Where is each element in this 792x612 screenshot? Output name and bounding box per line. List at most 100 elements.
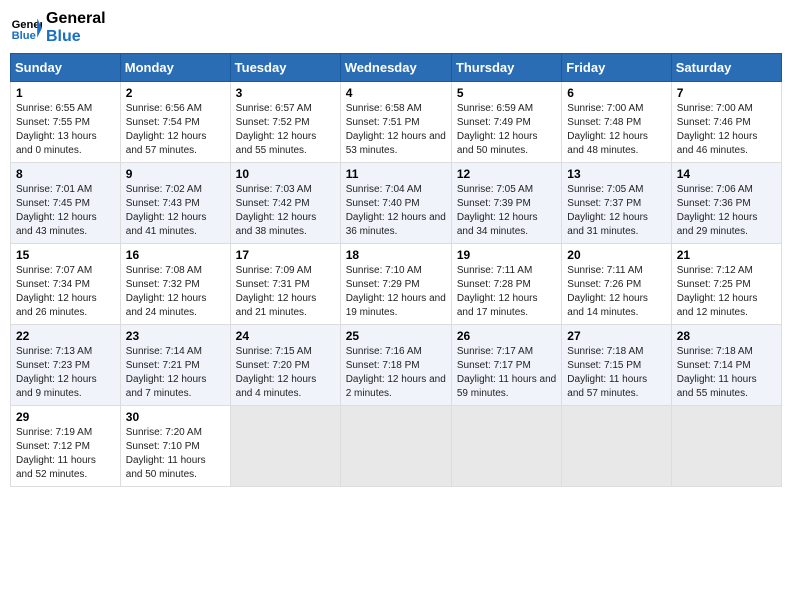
day-cell: 12 Sunrise: 7:05 AM Sunset: 7:39 PM Dayl…	[451, 163, 561, 244]
day-number: 19	[457, 248, 556, 262]
logo-blue: Blue	[46, 28, 106, 46]
svg-text:Blue: Blue	[12, 30, 36, 42]
day-info: Sunrise: 7:13 AM Sunset: 7:23 PM Dayligh…	[16, 345, 115, 401]
day-cell: 16 Sunrise: 7:08 AM Sunset: 7:32 PM Dayl…	[120, 244, 230, 325]
day-info: Sunrise: 7:08 AM Sunset: 7:32 PM Dayligh…	[126, 264, 225, 320]
day-number: 10	[236, 167, 335, 181]
day-cell: 4 Sunrise: 6:58 AM Sunset: 7:51 PM Dayli…	[340, 82, 451, 163]
day-cell: 5 Sunrise: 6:59 AM Sunset: 7:49 PM Dayli…	[451, 82, 561, 163]
day-info: Sunrise: 7:04 AM Sunset: 7:40 PM Dayligh…	[346, 183, 446, 239]
day-info: Sunrise: 7:10 AM Sunset: 7:29 PM Dayligh…	[346, 264, 446, 320]
header-friday: Friday	[562, 54, 671, 82]
header-monday: Monday	[120, 54, 230, 82]
day-cell: 1 Sunrise: 6:55 AM Sunset: 7:55 PM Dayli…	[11, 82, 121, 163]
day-cell: 27 Sunrise: 7:18 AM Sunset: 7:15 PM Dayl…	[562, 325, 671, 406]
day-cell: 25 Sunrise: 7:16 AM Sunset: 7:18 PM Dayl…	[340, 325, 451, 406]
day-info: Sunrise: 7:03 AM Sunset: 7:42 PM Dayligh…	[236, 183, 335, 239]
week-row-3: 15 Sunrise: 7:07 AM Sunset: 7:34 PM Dayl…	[11, 244, 782, 325]
day-number: 29	[16, 410, 115, 424]
day-number: 9	[126, 167, 225, 181]
day-info: Sunrise: 7:18 AM Sunset: 7:14 PM Dayligh…	[677, 345, 776, 401]
day-cell: 2 Sunrise: 6:56 AM Sunset: 7:54 PM Dayli…	[120, 82, 230, 163]
day-number: 14	[677, 167, 776, 181]
day-info: Sunrise: 7:14 AM Sunset: 7:21 PM Dayligh…	[126, 345, 225, 401]
day-number: 12	[457, 167, 556, 181]
day-info: Sunrise: 7:15 AM Sunset: 7:20 PM Dayligh…	[236, 345, 335, 401]
day-number: 23	[126, 329, 225, 343]
day-number: 2	[126, 86, 225, 100]
day-number: 8	[16, 167, 115, 181]
day-number: 18	[346, 248, 446, 262]
day-cell: 17 Sunrise: 7:09 AM Sunset: 7:31 PM Dayl…	[230, 244, 340, 325]
day-number: 13	[567, 167, 665, 181]
day-info: Sunrise: 6:58 AM Sunset: 7:51 PM Dayligh…	[346, 102, 446, 158]
day-info: Sunrise: 7:16 AM Sunset: 7:18 PM Dayligh…	[346, 345, 446, 401]
day-cell: 28 Sunrise: 7:18 AM Sunset: 7:14 PM Dayl…	[671, 325, 781, 406]
day-number: 6	[567, 86, 665, 100]
day-number: 5	[457, 86, 556, 100]
day-info: Sunrise: 7:00 AM Sunset: 7:48 PM Dayligh…	[567, 102, 665, 158]
header-tuesday: Tuesday	[230, 54, 340, 82]
day-info: Sunrise: 7:07 AM Sunset: 7:34 PM Dayligh…	[16, 264, 115, 320]
day-cell: 14 Sunrise: 7:06 AM Sunset: 7:36 PM Dayl…	[671, 163, 781, 244]
calendar-header-row: SundayMondayTuesdayWednesdayThursdayFrid…	[11, 54, 782, 82]
week-row-2: 8 Sunrise: 7:01 AM Sunset: 7:45 PM Dayli…	[11, 163, 782, 244]
day-number: 7	[677, 86, 776, 100]
day-number: 22	[16, 329, 115, 343]
day-cell: 18 Sunrise: 7:10 AM Sunset: 7:29 PM Dayl…	[340, 244, 451, 325]
day-number: 26	[457, 329, 556, 343]
day-info: Sunrise: 7:09 AM Sunset: 7:31 PM Dayligh…	[236, 264, 335, 320]
day-info: Sunrise: 7:17 AM Sunset: 7:17 PM Dayligh…	[457, 345, 556, 401]
day-info: Sunrise: 6:56 AM Sunset: 7:54 PM Dayligh…	[126, 102, 225, 158]
day-cell: 8 Sunrise: 7:01 AM Sunset: 7:45 PM Dayli…	[11, 163, 121, 244]
header-sunday: Sunday	[11, 54, 121, 82]
day-info: Sunrise: 7:06 AM Sunset: 7:36 PM Dayligh…	[677, 183, 776, 239]
week-row-4: 22 Sunrise: 7:13 AM Sunset: 7:23 PM Dayl…	[11, 325, 782, 406]
day-info: Sunrise: 6:55 AM Sunset: 7:55 PM Dayligh…	[16, 102, 115, 158]
day-cell: 20 Sunrise: 7:11 AM Sunset: 7:26 PM Dayl…	[562, 244, 671, 325]
day-cell: 26 Sunrise: 7:17 AM Sunset: 7:17 PM Dayl…	[451, 325, 561, 406]
day-number: 28	[677, 329, 776, 343]
day-info: Sunrise: 6:57 AM Sunset: 7:52 PM Dayligh…	[236, 102, 335, 158]
day-cell: 9 Sunrise: 7:02 AM Sunset: 7:43 PM Dayli…	[120, 163, 230, 244]
day-cell: 24 Sunrise: 7:15 AM Sunset: 7:20 PM Dayl…	[230, 325, 340, 406]
day-cell	[451, 406, 561, 487]
day-cell: 15 Sunrise: 7:07 AM Sunset: 7:34 PM Dayl…	[11, 244, 121, 325]
day-info: Sunrise: 7:00 AM Sunset: 7:46 PM Dayligh…	[677, 102, 776, 158]
day-info: Sunrise: 7:02 AM Sunset: 7:43 PM Dayligh…	[126, 183, 225, 239]
day-info: Sunrise: 7:19 AM Sunset: 7:12 PM Dayligh…	[16, 426, 115, 482]
day-number: 24	[236, 329, 335, 343]
day-cell: 6 Sunrise: 7:00 AM Sunset: 7:48 PM Dayli…	[562, 82, 671, 163]
day-cell: 30 Sunrise: 7:20 AM Sunset: 7:10 PM Dayl…	[120, 406, 230, 487]
day-cell: 10 Sunrise: 7:03 AM Sunset: 7:42 PM Dayl…	[230, 163, 340, 244]
day-info: Sunrise: 7:05 AM Sunset: 7:39 PM Dayligh…	[457, 183, 556, 239]
header-wednesday: Wednesday	[340, 54, 451, 82]
day-cell: 19 Sunrise: 7:11 AM Sunset: 7:28 PM Dayl…	[451, 244, 561, 325]
header-saturday: Saturday	[671, 54, 781, 82]
day-info: Sunrise: 7:11 AM Sunset: 7:28 PM Dayligh…	[457, 264, 556, 320]
day-cell: 3 Sunrise: 6:57 AM Sunset: 7:52 PM Dayli…	[230, 82, 340, 163]
day-cell: 22 Sunrise: 7:13 AM Sunset: 7:23 PM Dayl…	[11, 325, 121, 406]
day-cell	[562, 406, 671, 487]
day-cell: 7 Sunrise: 7:00 AM Sunset: 7:46 PM Dayli…	[671, 82, 781, 163]
day-cell: 23 Sunrise: 7:14 AM Sunset: 7:21 PM Dayl…	[120, 325, 230, 406]
day-cell: 11 Sunrise: 7:04 AM Sunset: 7:40 PM Dayl…	[340, 163, 451, 244]
logo-icon: General Blue	[10, 12, 42, 44]
week-row-5: 29 Sunrise: 7:19 AM Sunset: 7:12 PM Dayl…	[11, 406, 782, 487]
day-info: Sunrise: 7:01 AM Sunset: 7:45 PM Dayligh…	[16, 183, 115, 239]
calendar-table: SundayMondayTuesdayWednesdayThursdayFrid…	[10, 53, 782, 487]
day-number: 11	[346, 167, 446, 181]
day-info: Sunrise: 7:12 AM Sunset: 7:25 PM Dayligh…	[677, 264, 776, 320]
week-row-1: 1 Sunrise: 6:55 AM Sunset: 7:55 PM Dayli…	[11, 82, 782, 163]
page-header: General Blue General Blue	[10, 10, 782, 45]
day-number: 17	[236, 248, 335, 262]
day-number: 4	[346, 86, 446, 100]
day-cell	[340, 406, 451, 487]
day-info: Sunrise: 7:11 AM Sunset: 7:26 PM Dayligh…	[567, 264, 665, 320]
day-number: 30	[126, 410, 225, 424]
day-info: Sunrise: 6:59 AM Sunset: 7:49 PM Dayligh…	[457, 102, 556, 158]
day-info: Sunrise: 7:20 AM Sunset: 7:10 PM Dayligh…	[126, 426, 225, 482]
day-number: 16	[126, 248, 225, 262]
day-number: 1	[16, 86, 115, 100]
day-cell	[671, 406, 781, 487]
